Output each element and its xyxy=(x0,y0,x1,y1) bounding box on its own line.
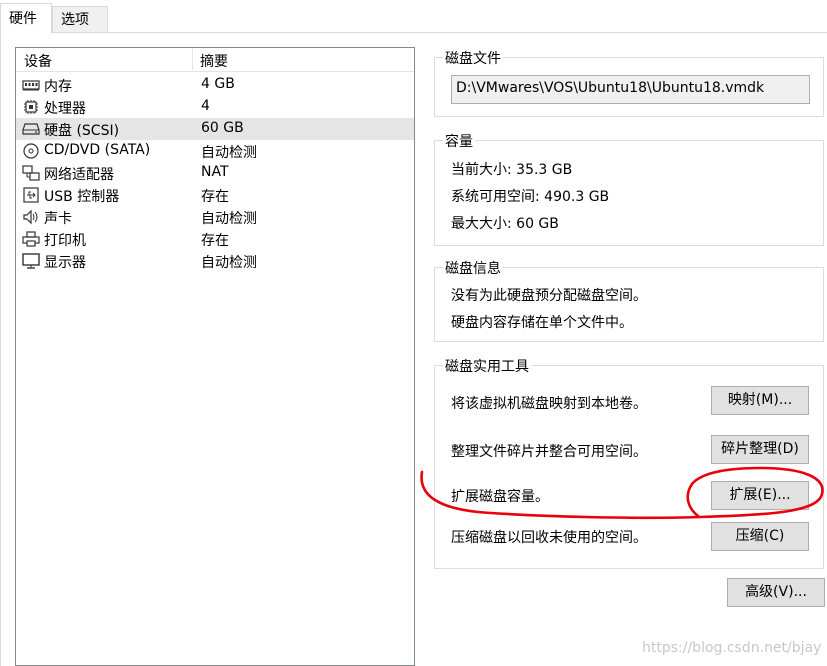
tab-options[interactable]: 选项 xyxy=(52,6,108,32)
device-row-usb-controller[interactable]: USB 控制器 存在 xyxy=(16,184,414,206)
disk-info-line-preallocation: 没有为此硬盘预分配磁盘空间。 xyxy=(451,288,647,304)
available-space-text: 系统可用空间: 490.3 GB xyxy=(451,189,610,205)
device-name: 声卡 xyxy=(44,211,72,227)
advanced-button[interactable]: 高级(V)... xyxy=(727,578,825,607)
device-row-hard-disk[interactable]: 硬盘 (SCSI) 60 GB xyxy=(16,118,414,140)
device-name: CD/DVD (SATA) xyxy=(44,142,151,158)
disk-info-line-storage: 硬盘内容存储在单个文件中。 xyxy=(451,315,633,331)
device-summary: 自动检测 xyxy=(201,255,257,271)
disk-file-group: 磁盘文件 D:\VMwares\VOS\Ubuntu18\Ubuntu18.vm… xyxy=(434,48,824,117)
device-summary: 存在 xyxy=(201,189,229,205)
expand-button[interactable]: 扩展(E)... xyxy=(711,481,809,510)
current-size-text: 当前大小: 35.3 GB xyxy=(451,162,573,178)
watermark-text: https://blog.csdn.net/bjay xyxy=(642,640,822,656)
device-name: 打印机 xyxy=(44,233,86,249)
device-list-header: 设备 摘要 xyxy=(16,48,414,72)
device-list[interactable]: 设备 摘要 内存 4 GB 处理器 4 硬盘 (SCSI) 60 GB CD/D… xyxy=(15,47,415,666)
device-row-display[interactable]: 显示器 自动检测 xyxy=(16,250,414,272)
device-summary: 存在 xyxy=(201,233,229,249)
column-header-summary[interactable]: 摘要 xyxy=(200,51,228,71)
disk-file-title: 磁盘文件 xyxy=(443,48,503,68)
device-row-cd-dvd[interactable]: CD/DVD (SATA) 自动检测 xyxy=(16,140,414,162)
device-summary: 4 xyxy=(201,98,210,114)
device-summary: 自动检测 xyxy=(201,145,257,161)
speaker-icon xyxy=(23,209,38,225)
device-name: 处理器 xyxy=(44,101,86,117)
tab-hardware[interactable]: 硬件 xyxy=(0,3,52,33)
disk-file-path-field[interactable]: D:\VMwares\VOS\Ubuntu18\Ubuntu18.vmdk xyxy=(451,75,810,104)
device-name: 内存 xyxy=(44,79,72,95)
disk-info-title: 磁盘信息 xyxy=(443,258,503,278)
capacity-group: 容量 当前大小: 35.3 GB 系统可用空间: 490.3 GB 最大大小: … xyxy=(434,131,824,246)
device-row-cpu[interactable]: 处理器 4 xyxy=(16,96,414,118)
cd-dvd-icon xyxy=(23,143,39,159)
disk-info-group: 磁盘信息 没有为此硬盘预分配磁盘空间。 硬盘内容存储在单个文件中。 xyxy=(434,258,824,342)
hard-disk-icon xyxy=(22,123,40,135)
device-name: 显示器 xyxy=(44,255,86,271)
usb-icon xyxy=(23,187,39,203)
compact-description: 压缩磁盘以回收未使用的空间。 xyxy=(451,530,647,546)
map-button[interactable]: 映射(M)... xyxy=(711,386,809,415)
printer-icon xyxy=(22,231,40,247)
device-summary: 60 GB xyxy=(201,120,244,136)
memory-icon xyxy=(22,80,40,91)
device-name: USB 控制器 xyxy=(44,189,120,205)
network-adapter-icon xyxy=(22,165,40,181)
disk-utilities-title: 磁盘实用工具 xyxy=(443,356,531,376)
device-row-sound-card[interactable]: 声卡 自动检测 xyxy=(16,206,414,228)
device-row-memory[interactable]: 内存 4 GB xyxy=(16,74,414,96)
defrag-description: 整理文件碎片并整合可用空间。 xyxy=(451,444,647,460)
device-name: 硬盘 (SCSI) xyxy=(44,123,120,139)
compact-button[interactable]: 压缩(C) xyxy=(711,522,809,551)
defrag-button[interactable]: 碎片整理(D) xyxy=(711,435,809,464)
max-size-text: 最大大小: 60 GB xyxy=(451,216,559,232)
cpu-icon xyxy=(24,100,38,114)
device-summary: 自动检测 xyxy=(201,211,257,227)
device-summary: 4 GB xyxy=(201,76,235,92)
capacity-title: 容量 xyxy=(443,131,475,151)
device-summary: NAT xyxy=(201,164,229,180)
device-row-printer[interactable]: 打印机 存在 xyxy=(16,228,414,250)
column-header-device[interactable]: 设备 xyxy=(24,51,52,71)
disk-utilities-group: 磁盘实用工具 将该虚拟机磁盘映射到本地卷。 映射(M)... 整理文件碎片并整合… xyxy=(434,356,824,569)
monitor-icon xyxy=(22,253,40,269)
map-description: 将该虚拟机磁盘映射到本地卷。 xyxy=(451,396,647,412)
device-name: 网络适配器 xyxy=(44,167,114,183)
expand-description: 扩展磁盘容量。 xyxy=(451,489,549,505)
column-divider[interactable] xyxy=(192,48,193,70)
device-row-network-adapter[interactable]: 网络适配器 NAT xyxy=(16,162,414,184)
tab-strip: 硬件 选项 xyxy=(0,0,827,33)
